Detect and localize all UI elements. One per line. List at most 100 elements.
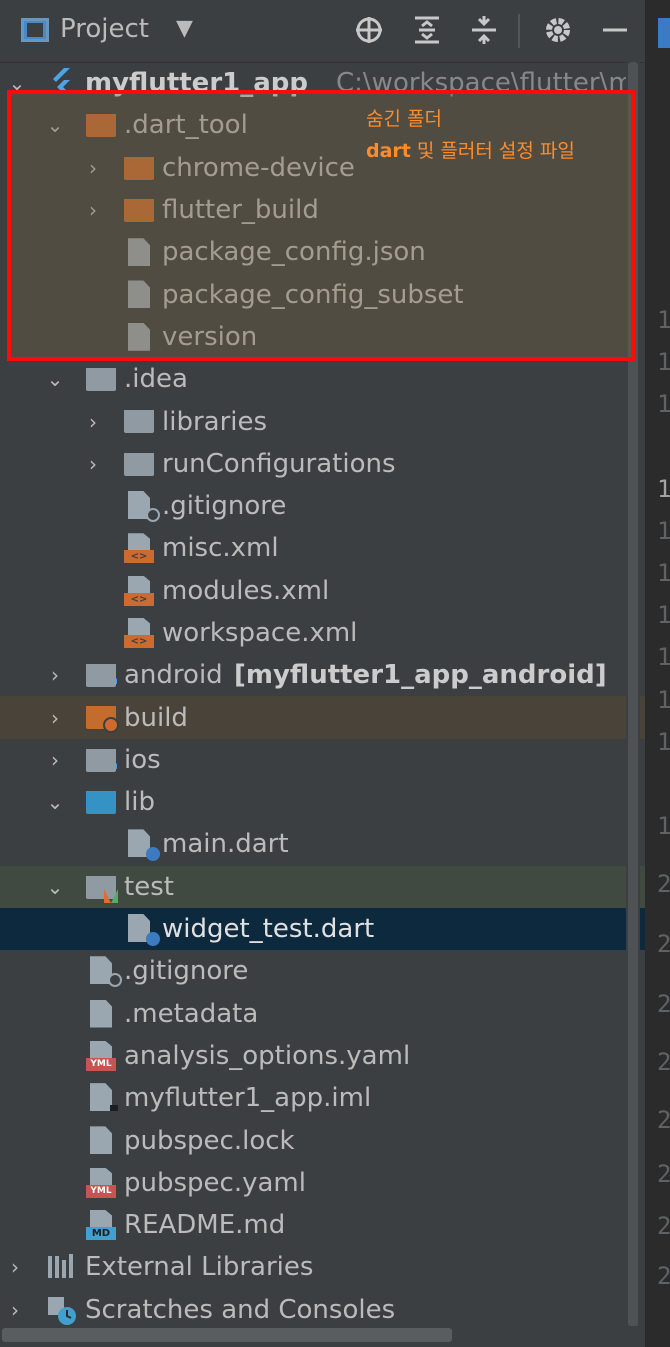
tree-node-idea[interactable]: ⌄ .idea: [0, 358, 645, 400]
chevron-down-icon[interactable]: ⌄: [44, 790, 66, 814]
tree-node-label: build: [124, 702, 188, 733]
line-number: 1: [657, 643, 670, 671]
tree-node-label: test: [124, 871, 174, 902]
tree-node-external-libraries[interactable]: › External Libraries: [0, 1246, 645, 1288]
tree-node-pubspec-yaml[interactable]: YML pubspec.yaml: [0, 1162, 645, 1204]
tree-node-root[interactable]: ⌄ myflutter1_app C:\workspace\flutter\m: [0, 62, 645, 104]
tree-node-idea-gitignore[interactable]: .gitignore: [0, 485, 645, 527]
editor-gutter: 1 1 1 1 1 1 1 1 1 1 1 2 2 2 2 2 2 2 2: [645, 0, 670, 1347]
tree-node-analysis-options[interactable]: YML analysis_options.yaml: [0, 1035, 645, 1077]
tree-node-label: README.md: [124, 1210, 286, 1241]
tree-node-workspace-xml[interactable]: <> workspace.xml: [0, 612, 645, 654]
chevron-right-icon[interactable]: ›: [44, 706, 66, 730]
line-number: 1: [657, 390, 670, 418]
module-folder-icon: ▪▪: [86, 748, 118, 772]
project-tree: ⌄ myflutter1_app C:\workspace\flutter\m …: [0, 62, 645, 1331]
tree-node-label: pubspec.yaml: [124, 1167, 306, 1198]
horizontal-scrollbar[interactable]: [0, 1326, 645, 1347]
tree-node-misc-xml[interactable]: <> misc.xml: [0, 527, 645, 569]
tree-node-pubspec-lock[interactable]: pubspec.lock: [0, 1119, 645, 1161]
vertical-scrollbar[interactable]: [626, 62, 640, 1332]
tree-node-version[interactable]: version: [0, 316, 645, 358]
line-number: 1: [657, 348, 670, 376]
tree-node-run-configurations[interactable]: › runConfigurations: [0, 443, 645, 485]
tree-node-package-config-json[interactable]: package_config.json: [0, 231, 645, 273]
annotation-line-1: 숨긴 폴더: [366, 108, 442, 130]
chevron-down-icon[interactable]: ▼: [176, 16, 193, 41]
flutter-project-icon: [46, 66, 76, 96]
chevron-down-icon[interactable]: ⌄: [44, 113, 66, 137]
tree-node-ios[interactable]: › ▪▪ ios: [0, 739, 645, 781]
tree-node-label: package_config_subset: [162, 279, 464, 310]
tree-node-flutter-build[interactable]: › flutter_build: [0, 189, 645, 231]
libraries-icon: [46, 1252, 76, 1282]
expand-all-icon[interactable]: [410, 12, 444, 48]
chevron-right-icon[interactable]: ›: [82, 156, 104, 180]
project-toolbar: Project ▼: [0, 0, 645, 63]
folder-icon: [124, 410, 154, 434]
chevron-right-icon[interactable]: ›: [82, 198, 104, 222]
tree-node-label: .gitignore: [162, 491, 287, 522]
tree-node-label: .gitignore: [124, 956, 249, 987]
tree-node-gitignore[interactable]: .gitignore: [0, 950, 645, 992]
line-number: 2: [657, 870, 670, 898]
line-number: 1: [657, 728, 670, 756]
tree-node-main-dart[interactable]: main.dart: [0, 823, 645, 865]
chevron-right-icon[interactable]: ›: [44, 663, 66, 687]
tree-node-label: myflutter1_app.iml: [124, 1083, 372, 1114]
tree-node-label: lib: [124, 787, 155, 818]
line-number: 2: [657, 1160, 670, 1188]
tree-node-readme[interactable]: MD README.md: [0, 1204, 645, 1246]
gear-icon[interactable]: [541, 12, 575, 48]
tree-node-iml[interactable]: myflutter1_app.iml: [0, 1077, 645, 1119]
tree-node-scratches[interactable]: › Scratches and Consoles: [0, 1289, 645, 1331]
tree-node-label: flutter_build: [162, 195, 319, 226]
tree-node-metadata[interactable]: .metadata: [0, 993, 645, 1035]
line-number: 2: [657, 1106, 670, 1134]
iml-file-icon: [90, 1083, 120, 1113]
line-number: 1: [657, 601, 670, 629]
toolbar-divider: [518, 14, 520, 48]
scrollbar-thumb[interactable]: [628, 62, 638, 1327]
minimize-icon[interactable]: [598, 12, 632, 48]
tree-node-label: .metadata: [124, 998, 259, 1029]
tree-node-label: ios: [124, 744, 161, 775]
tree-node-build[interactable]: › build: [0, 696, 645, 739]
line-number: 1: [657, 686, 670, 714]
tree-node-label: version: [162, 321, 258, 352]
line-number: 1: [657, 812, 670, 840]
folder-icon: [124, 156, 154, 180]
xml-file-icon: <>: [124, 533, 154, 564]
xml-file-icon: <>: [124, 575, 154, 606]
tree-node-android[interactable]: › ▪▪ android [myflutter1_app_android]: [0, 654, 645, 696]
tree-node-lib[interactable]: ⌄ lib: [0, 781, 645, 823]
tree-node-package-config-subset[interactable]: package_config_subset: [0, 273, 645, 315]
chevron-down-icon[interactable]: ⌄: [44, 367, 66, 391]
module-folder-icon: ▪▪: [86, 664, 118, 688]
chevron-down-icon[interactable]: ⌄: [6, 71, 28, 95]
project-window-icon: [21, 18, 49, 42]
chevron-right-icon[interactable]: ›: [44, 748, 66, 772]
chevron-right-icon[interactable]: ›: [82, 452, 104, 476]
crosshair-icon[interactable]: [352, 12, 386, 48]
root-project-name: myflutter1_app: [85, 68, 308, 99]
tree-node-libraries[interactable]: › libraries: [0, 400, 645, 442]
tree-node-test[interactable]: ⌄ test: [0, 865, 645, 908]
tree-node-modules-xml[interactable]: <> modules.xml: [0, 570, 645, 612]
text-file-icon: [90, 999, 112, 1028]
text-file-icon: [90, 1126, 112, 1155]
folder-icon: [86, 114, 116, 138]
tree-node-label: runConfigurations: [162, 448, 396, 479]
chevron-right-icon[interactable]: ›: [4, 1298, 26, 1322]
chevron-down-icon[interactable]: ⌄: [44, 875, 66, 899]
tree-node-label: libraries: [162, 406, 268, 437]
tree-node-widget-test[interactable]: widget_test.dart: [0, 907, 645, 951]
chevron-right-icon[interactable]: ›: [4, 1255, 26, 1279]
scrollbar-thumb[interactable]: [2, 1328, 452, 1342]
collapse-all-icon[interactable]: [467, 12, 501, 48]
project-view-title[interactable]: Project: [60, 14, 149, 44]
folder-icon: [124, 452, 154, 476]
chevron-right-icon[interactable]: ›: [82, 410, 104, 434]
tree-node-label: misc.xml: [162, 533, 279, 564]
dart-test-file-icon: [128, 913, 160, 946]
